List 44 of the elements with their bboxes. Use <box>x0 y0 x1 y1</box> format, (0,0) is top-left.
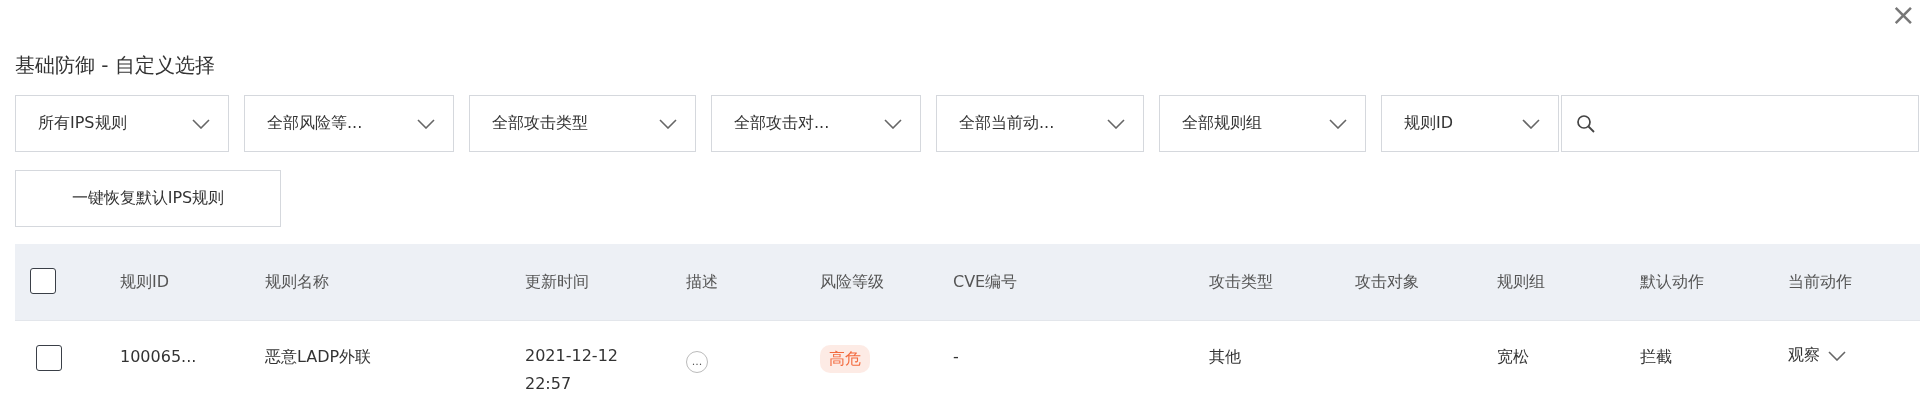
dialog-title: 基础防御 - 自定义选择 <box>15 52 215 79</box>
table-cell-text: 22:57 <box>525 373 573 395</box>
caret-icon <box>1522 118 1540 129</box>
filter-dropdown[interactable]: 全部规则组 <box>1159 95 1366 152</box>
caret-icon <box>1828 350 1846 361</box>
filter-dropdown[interactable]: 规则ID <box>1381 95 1559 152</box>
risk-badge: 高危 <box>820 345 870 373</box>
filter-dropdown[interactable]: 全部攻击对... <box>711 95 921 152</box>
table-cell-text: 2021-12-12 <box>525 345 619 367</box>
caret-icon <box>1107 118 1125 129</box>
column-header: 规则ID <box>119 271 171 293</box>
select-all-checkbox[interactable] <box>30 267 56 294</box>
table-cell-text: 恶意LADP外联 <box>264 346 373 368</box>
close-button[interactable]: × <box>1886 0 1920 30</box>
filter-dropdown[interactable]: 全部当前动... <box>936 95 1144 152</box>
search-field[interactable] <box>1561 95 1919 152</box>
table-cell-text: 100065... <box>119 346 198 368</box>
column-header: CVE编号 <box>952 271 1019 293</box>
caret-icon <box>884 118 902 129</box>
description-button[interactable]: ... <box>686 351 708 373</box>
column-header: 更新时间 <box>524 271 590 293</box>
table-cell-text: 其他 <box>1208 346 1242 368</box>
filter-dropdown[interactable]: 所有IPS规则 <box>15 95 229 152</box>
table-cell-text: 拦截 <box>1639 346 1673 368</box>
filter-dropdown[interactable]: 全部风险等... <box>244 95 454 152</box>
column-header: 规则组 <box>1496 271 1546 293</box>
search-icon <box>1576 113 1596 134</box>
column-header: 默认动作 <box>1639 271 1705 293</box>
table-cell-text: - <box>952 346 960 368</box>
column-header: 攻击类型 <box>1208 271 1274 293</box>
column-header: 规则名称 <box>264 271 330 293</box>
action-dropdown[interactable]: 观察 <box>1788 345 1846 366</box>
column-header: 当前动作 <box>1787 271 1853 293</box>
caret-icon <box>417 118 435 129</box>
column-header: 风险等级 <box>819 271 885 293</box>
column-header: 攻击对象 <box>1354 271 1420 293</box>
row-checkbox[interactable] <box>36 345 62 371</box>
filter-dropdown[interactable]: 全部攻击类型 <box>469 95 696 152</box>
caret-icon <box>1329 118 1347 129</box>
caret-icon <box>659 118 677 129</box>
column-header: 描述 <box>685 271 719 293</box>
caret-icon <box>192 118 210 129</box>
table-cell-text: 宽松 <box>1496 346 1530 368</box>
reset-button[interactable]: 一键恢复默认IPS规则 <box>15 170 281 227</box>
